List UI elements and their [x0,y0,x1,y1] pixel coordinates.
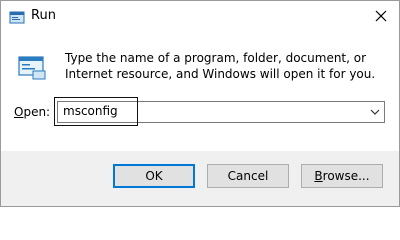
title-bar[interactable]: Run [1,1,399,33]
run-dialog: Run Type the name of a program, folder, … [0,0,400,207]
description-text: Type the name of a program, folder, docu… [65,51,376,81]
window-title: Run [31,8,56,23]
cancel-button[interactable]: Cancel [207,164,289,188]
browse-button[interactable]: Browse... [301,164,383,188]
close-button[interactable] [367,3,395,29]
run-icon [18,56,46,80]
input-highlight-box [54,97,138,126]
open-label: Open: [14,105,50,119]
open-label-rest: pen: [23,105,51,119]
chevron-down-icon[interactable] [370,108,380,116]
ok-button[interactable]: OK [113,164,195,188]
close-icon [375,10,387,22]
run-app-icon [9,11,25,24]
